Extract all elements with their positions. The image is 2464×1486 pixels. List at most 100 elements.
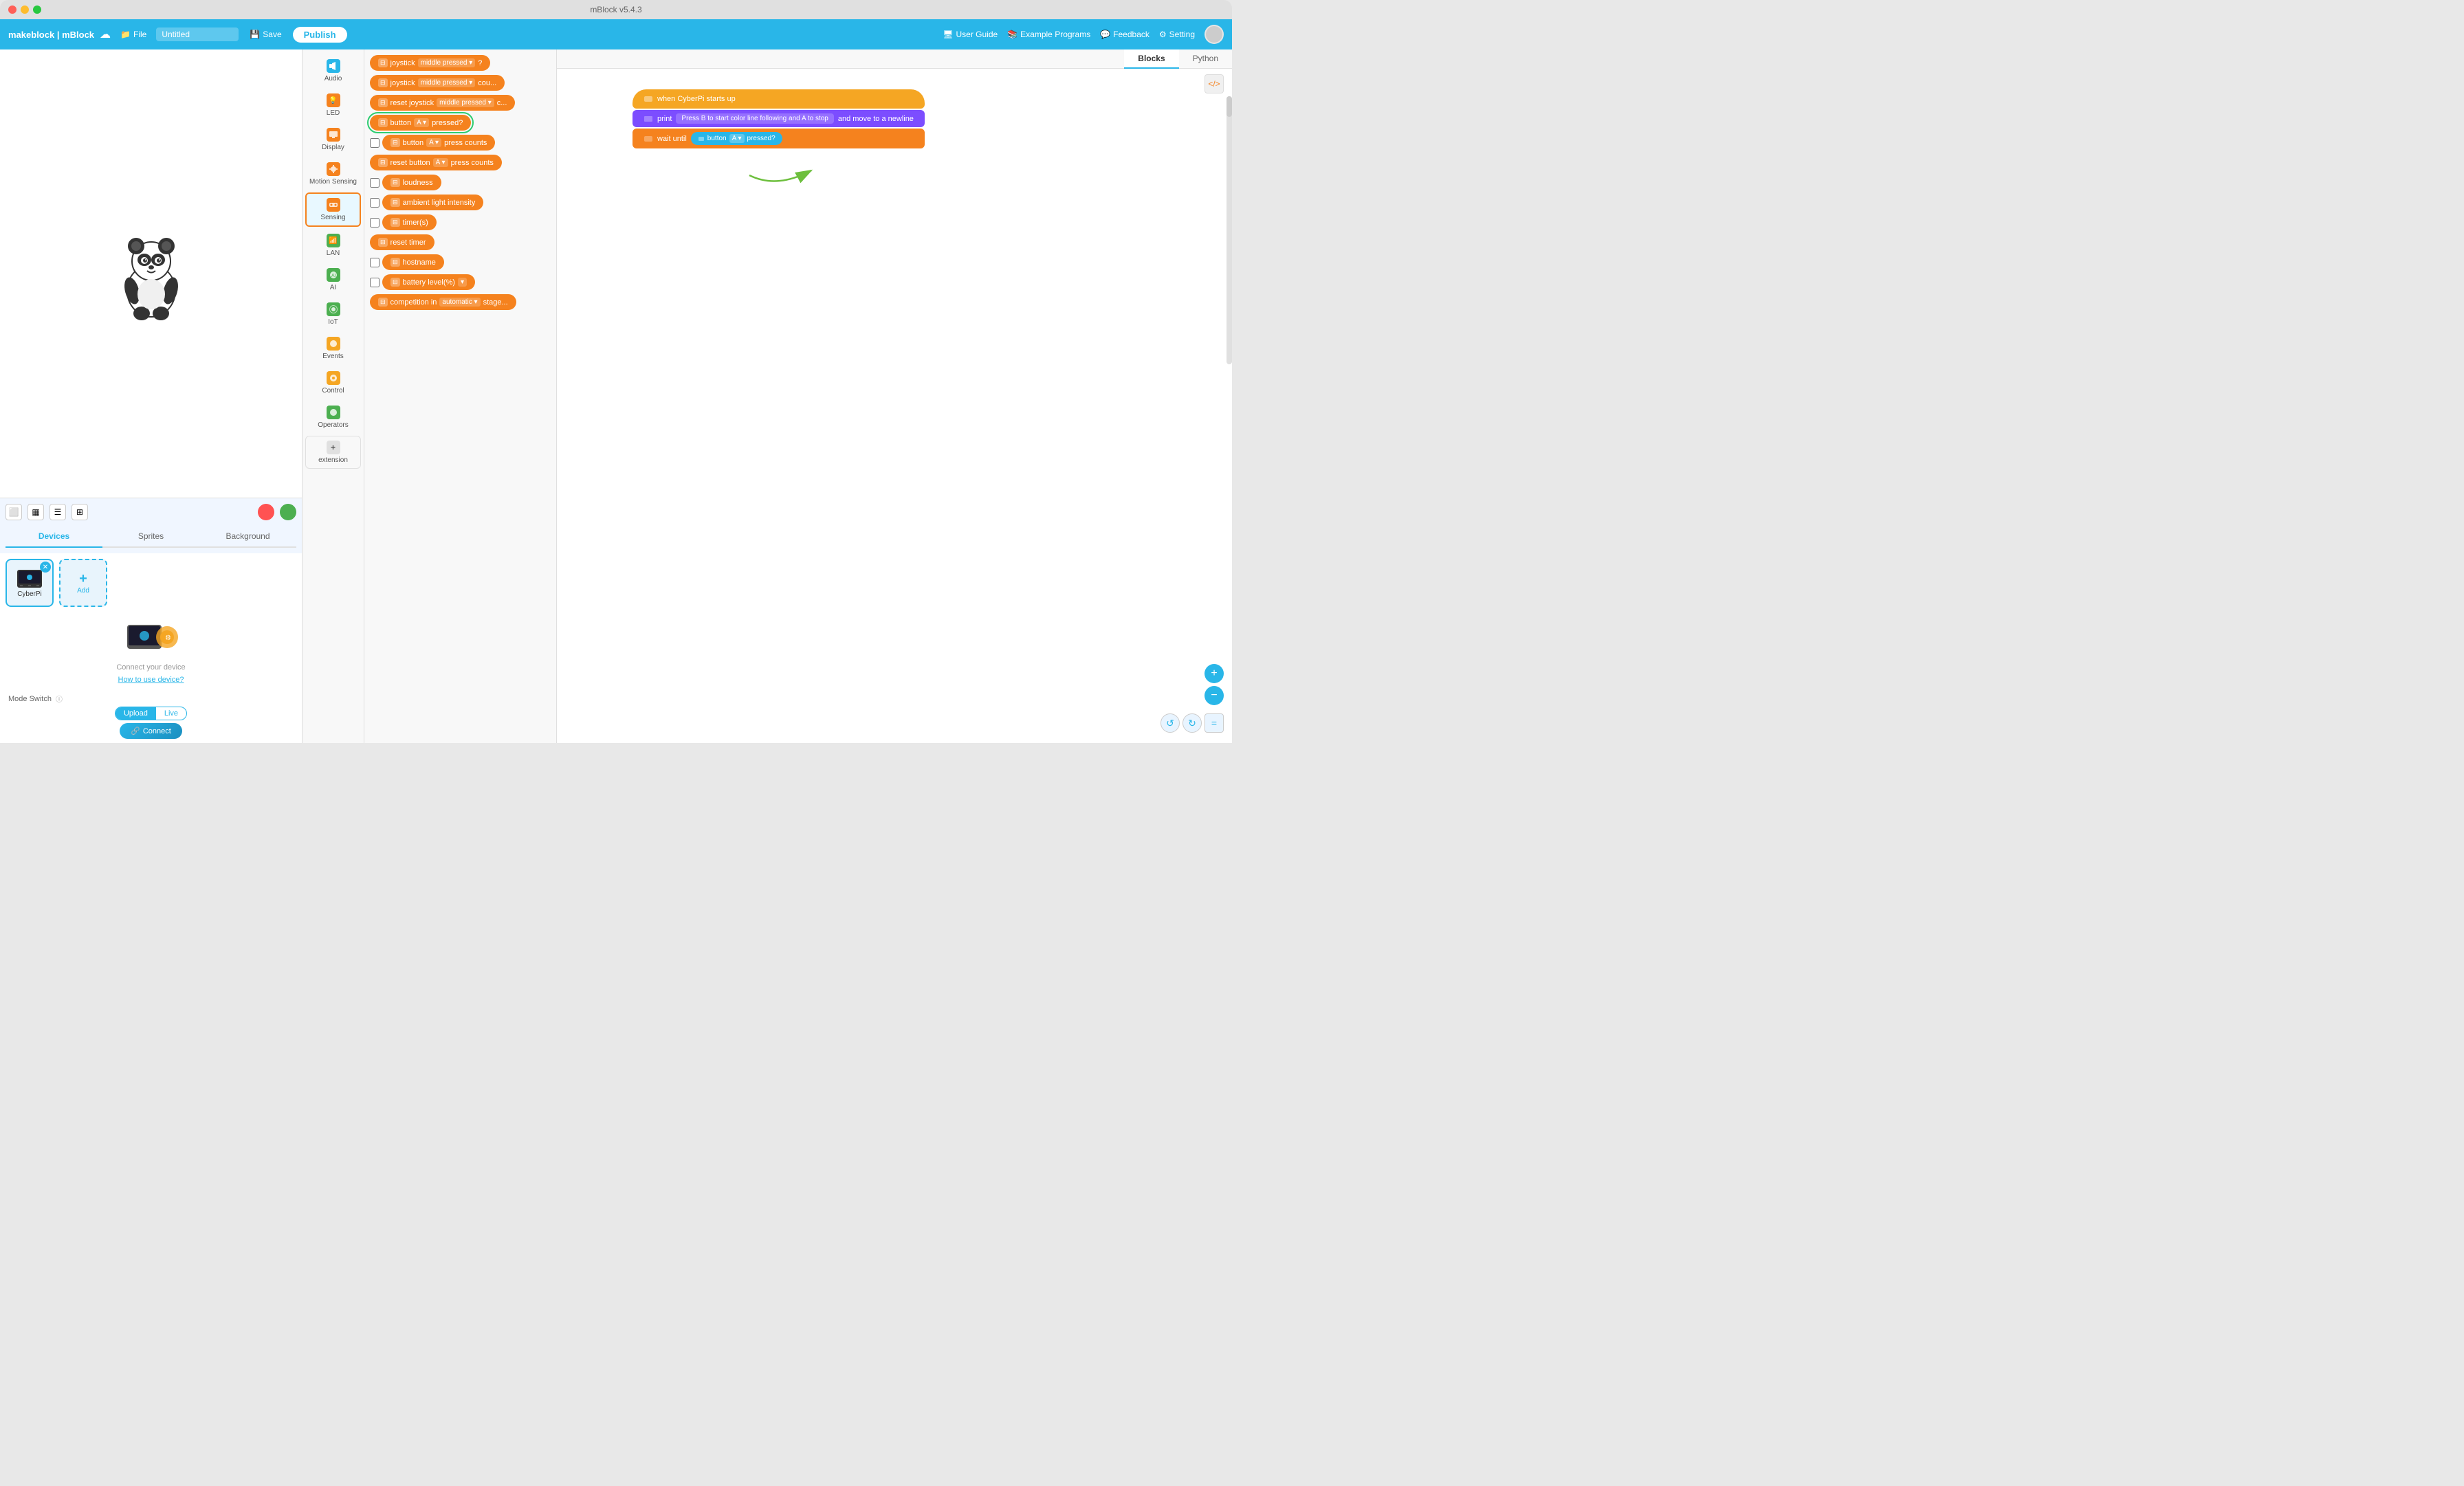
reset-button-dropdown[interactable]: A ▾: [433, 158, 448, 167]
button-a-dropdown[interactable]: A ▾: [414, 118, 429, 127]
joystick-count-dropdown[interactable]: middle pressed ▾: [418, 78, 476, 87]
fit-btn[interactable]: =: [1204, 713, 1224, 733]
gear-icon: ⚙: [1159, 30, 1167, 39]
print-value[interactable]: Press B to start color line following an…: [676, 113, 833, 124]
joystick-pressed-block[interactable]: ⊟ joystick middle pressed ▾ ?: [370, 55, 490, 71]
upload-mode-btn[interactable]: Upload: [116, 707, 156, 720]
zoom-out-btn[interactable]: −: [1204, 686, 1224, 705]
add-device-btn[interactable]: + Add: [59, 559, 107, 607]
example-programs-btn[interactable]: 📚 Example Programs: [1007, 30, 1090, 39]
go-button[interactable]: [280, 504, 296, 520]
stage-four-btn[interactable]: ⊞: [72, 504, 88, 520]
user-guide-btn[interactable]: 🖥 User Guide: [943, 30, 998, 39]
hat-block[interactable]: when CyberPi starts up: [632, 89, 925, 109]
ai-icon: AI: [329, 270, 338, 280]
stage-list-btn[interactable]: ☰: [50, 504, 66, 520]
wait-inner-block[interactable]: button A ▾ pressed?: [691, 132, 782, 145]
stage-grid-btn[interactable]: ▦: [28, 504, 44, 520]
undo-btn[interactable]: ↺: [1160, 713, 1180, 733]
wait-dropdown[interactable]: A ▾: [729, 134, 745, 143]
button-press-counts-block[interactable]: ⊟ button A ▾ press counts: [382, 135, 495, 151]
stage-controls: ⬜ ▦ ☰ ⊞ Devices Sprites Background: [0, 498, 302, 553]
category-ai[interactable]: AI AI: [305, 264, 361, 296]
joystick-middle-dropdown[interactable]: middle pressed ▾: [418, 58, 476, 67]
category-lan[interactable]: 📶 LAN: [305, 230, 361, 261]
timer-block[interactable]: ⊟ timer(s): [382, 214, 437, 230]
project-name-input[interactable]: [156, 27, 239, 41]
setting-btn[interactable]: ⚙ Setting: [1159, 30, 1195, 39]
tab-python[interactable]: Python: [1179, 49, 1232, 69]
save-label: Save: [263, 30, 281, 39]
cyberpi-device-item[interactable]: ✕ CyberPi: [6, 559, 54, 607]
tab-sprites[interactable]: Sprites: [102, 526, 199, 548]
cloud-icon-btn[interactable]: ☁: [100, 27, 111, 41]
category-sensing[interactable]: Sensing: [305, 192, 361, 227]
scroll-bar[interactable]: [1226, 96, 1232, 364]
redo-btn[interactable]: ↻: [1182, 713, 1202, 733]
battery-checkbox[interactable]: [370, 278, 380, 287]
print-block[interactable]: print Press B to start color line follow…: [632, 110, 925, 127]
avatar[interactable]: [1204, 25, 1224, 44]
category-control[interactable]: Control: [305, 367, 361, 399]
connect-btn[interactable]: 🔗 Connect: [120, 723, 182, 739]
competition-dropdown[interactable]: automatic ▾: [439, 298, 480, 307]
category-motion-sensing[interactable]: Motion Sensing: [305, 158, 361, 190]
code-canvas[interactable]: when CyberPi starts up print Press B to …: [557, 69, 1232, 740]
publish-button[interactable]: Publish: [293, 27, 347, 43]
loudness-block[interactable]: ⊟ loudness: [382, 175, 441, 190]
category-audio[interactable]: Audio: [305, 55, 361, 87]
reset-joystick-dropdown[interactable]: middle pressed ▾: [437, 98, 494, 107]
file-menu-btn[interactable]: 📁 File: [116, 28, 151, 41]
info-icon: ⓘ: [56, 694, 63, 704]
how-to-link[interactable]: How to use device?: [118, 676, 184, 684]
stop-button[interactable]: [258, 504, 274, 520]
code-icon-btn[interactable]: </>: [1204, 74, 1224, 93]
button-pressed-block[interactable]: ⊟ button A ▾ pressed?: [370, 115, 471, 131]
wait-until-block[interactable]: wait until button A ▾ pressed?: [632, 129, 925, 148]
scroll-thumb[interactable]: [1226, 96, 1232, 117]
loudness-checkbox[interactable]: [370, 178, 380, 188]
stage-normal-btn[interactable]: ⬜: [6, 504, 22, 520]
category-operators[interactable]: Operators: [305, 401, 361, 433]
category-events[interactable]: Events: [305, 333, 361, 364]
category-extension[interactable]: + extension: [305, 436, 361, 469]
block-joystick-pressed: ⊟ joystick middle pressed ▾ ?: [370, 55, 551, 71]
category-iot[interactable]: IoT: [305, 298, 361, 330]
zoom-in-btn[interactable]: +: [1204, 664, 1224, 683]
chat-icon: 💬: [1100, 30, 1110, 39]
button-counts-checkbox[interactable]: [370, 138, 380, 148]
hostname-checkbox[interactable]: [370, 258, 380, 267]
sensing-label: Sensing: [320, 214, 345, 221]
audio-label: Audio: [324, 75, 342, 82]
hostname-block[interactable]: ⊟ hostname: [382, 254, 444, 270]
reset-button-counts-block[interactable]: ⊟ reset button A ▾ press counts: [370, 155, 502, 170]
competition-block[interactable]: ⊟ competition in automatic ▾ stage...: [370, 294, 516, 310]
battery-block[interactable]: ⊟ battery level(%) ▾: [382, 274, 475, 290]
brand-logo: makeblock | mBlock: [8, 30, 94, 40]
block-competition: ⊟ competition in automatic ▾ stage...: [370, 294, 551, 310]
minimize-button[interactable]: [21, 5, 29, 14]
tab-background[interactable]: Background: [199, 526, 296, 548]
tab-devices[interactable]: Devices: [6, 526, 102, 548]
sprite-remove-btn[interactable]: ✕: [40, 562, 51, 573]
timer-checkbox[interactable]: [370, 218, 380, 228]
save-btn[interactable]: 💾 Save: [244, 27, 287, 41]
ambient-light-checkbox[interactable]: [370, 198, 380, 208]
panda-sprite[interactable]: [110, 225, 192, 322]
feedback-btn[interactable]: 💬 Feedback: [1100, 30, 1150, 39]
close-button[interactable]: [8, 5, 16, 14]
lan-icon: 📶: [329, 237, 337, 245]
reset-joystick-block[interactable]: ⊟ reset joystick middle pressed ▾ c...: [370, 95, 515, 111]
category-display[interactable]: Display: [305, 124, 361, 155]
category-led[interactable]: 💡 LED: [305, 89, 361, 121]
battery-dropdown[interactable]: ▾: [458, 278, 467, 287]
live-mode-btn[interactable]: Live: [156, 707, 186, 720]
toolbar-right: 🖥 User Guide 📚 Example Programs 💬 Feedba…: [943, 25, 1224, 44]
reset-timer-block[interactable]: ⊟ reset timer: [370, 234, 434, 250]
joystick-count-block[interactable]: ⊟ joystick middle pressed ▾ cou...: [370, 75, 505, 91]
led-dot: 💡: [327, 93, 340, 107]
ambient-light-block[interactable]: ⊟ ambient light intensity: [382, 195, 483, 210]
tab-blocks[interactable]: Blocks: [1124, 49, 1178, 69]
button-a2-dropdown[interactable]: A ▾: [426, 138, 441, 147]
fullscreen-button[interactable]: [33, 5, 41, 14]
